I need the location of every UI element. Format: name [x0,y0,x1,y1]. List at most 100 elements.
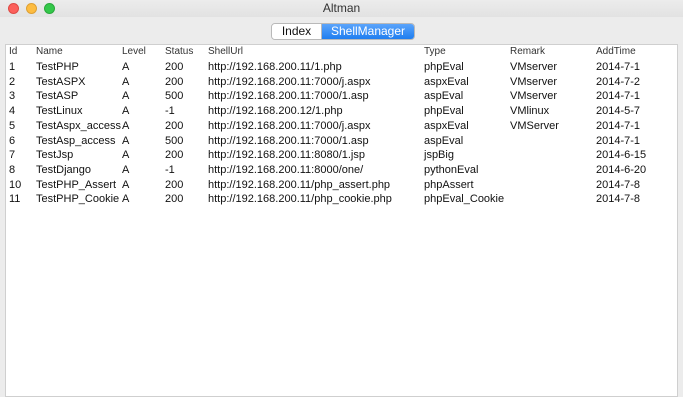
table-row[interactable]: 2 TestASPX A 200 http://192.168.200.11:7000/… [6,75,677,90]
cell-status: 200 [165,178,184,191]
cell-level: A [122,193,130,206]
cell-id: 5 [9,119,16,132]
cell-addtime: 2014-7-1 [596,134,641,147]
cell-addtime: 2014-5-7 [596,105,641,118]
cell-addtime: 2014-7-8 [596,178,641,191]
cell-type: phpEval [424,105,464,118]
cell-type: pythonEval [424,163,479,176]
cell-shellurl: http://192.168.200.11/php_cookie.php [208,193,392,206]
table-row[interactable]: 3 TestASP A 500 http://192.168.200.11:7000/1… [6,89,677,104]
cell-status: 500 [165,134,184,147]
cell-shellurl: http://192.168.200.11:7000/1.asp [208,134,369,147]
cell-name: TestAspx_access [36,119,121,132]
cell-id: 7 [9,149,16,162]
cell-id: 8 [9,163,16,176]
cell-level: A [122,105,130,118]
cell-shellurl: http://192.168.200.12/1.php [208,105,343,118]
cell-level: A [122,149,130,162]
cell-status: 200 [165,149,184,162]
cell-status: -1 [165,163,175,176]
cell-shellurl: http://192.168.200.11:8000/one/ [208,163,364,176]
cell-level: A [122,119,130,132]
cell-id: 4 [9,105,16,118]
cell-status: 500 [165,90,184,103]
cell-addtime: 2014-7-1 [596,90,641,103]
cell-shellurl: http://192.168.200.11:7000/j.aspx [208,75,371,88]
table-row[interactable]: 1 TestPHP A 200 http://192.168.200.11/1.php p… [6,60,677,75]
cell-type: aspxEval [424,119,469,132]
cell-shellurl: http://192.168.200.11/php_assert.php [208,178,391,191]
title-bar: Altman [0,0,683,17]
cell-status: 200 [165,119,184,132]
cell-remark: VMserver [510,75,558,88]
cell-level: A [122,75,130,88]
cell-level: A [122,178,130,191]
cell-name: TestPHP_Assert [36,178,117,191]
cell-level: A [122,163,130,176]
column-header-shellurl[interactable]: ShellUrl [208,45,243,59]
cell-name: TestASP [36,90,79,103]
cell-status: 200 [165,193,184,206]
cell-status: -1 [165,105,175,118]
zoom-button[interactable] [44,3,55,14]
cell-addtime: 2014-6-20 [596,163,647,176]
cell-addtime: 2014-7-8 [596,193,641,206]
cell-name: TestJsp [36,149,74,162]
cell-type: aspEval [424,134,464,147]
cell-addtime: 2014-7-2 [596,75,641,88]
cell-remark: VMlinux [510,105,550,118]
column-header-addtime[interactable]: AddTime [596,45,636,59]
cell-id: 10 [9,178,22,191]
cell-type: aspxEval [424,75,469,88]
shell-table: Id Name Level Status ShellUrl Type Remar… [5,44,678,397]
cell-type: phpEval [424,61,464,73]
table-header: Id Name Level Status ShellUrl Type Remar… [6,45,677,59]
column-header-type[interactable]: Type [424,45,446,59]
cell-id: 1 [9,61,16,73]
cell-status: 200 [165,75,184,88]
cell-type: jspBig [424,149,454,162]
cell-addtime: 2014-6-15 [596,149,647,162]
tab-index[interactable]: Index [272,24,322,39]
cell-id: 2 [9,75,16,88]
cell-shellurl: http://192.168.200.11:8080/1.jsp [208,149,365,162]
column-header-id[interactable]: Id [9,45,17,59]
cell-name: TestASPX [36,75,86,88]
window-title: Altman [322,1,361,15]
cell-addtime: 2014-7-1 [596,61,641,73]
minimize-button[interactable] [26,3,37,14]
table-row[interactable]: 5 TestAspx_access A 200 http://192.168.200.1… [6,119,677,134]
cell-status: 200 [165,61,184,73]
column-header-level[interactable]: Level [122,45,146,59]
table-row[interactable]: 7 TestJsp A 200 http://192.168.200.11:8080/1… [6,148,677,163]
table-row[interactable]: 4 TestLinux A -1 http://192.168.200.12/1.php… [6,104,677,119]
cell-name: TestAsp_access [36,134,116,147]
column-header-status[interactable]: Status [165,45,193,59]
column-header-remark[interactable]: Remark [510,45,545,59]
cell-remark: VMserver [510,90,558,103]
cell-remark: VMServer [510,119,559,132]
cell-name: TestPHP [36,61,79,73]
tab-shellmanager[interactable]: ShellManager [322,24,414,39]
cell-shellurl: http://192.168.200.11/1.php [208,61,342,73]
cell-name: TestPHP_Cookie [36,193,120,206]
cell-remark: VMserver [510,61,558,73]
cell-name: TestDjango [36,163,92,176]
close-button[interactable] [8,3,19,14]
table-row[interactable]: 6 TestAsp_access A 500 http://192.168.200.11… [6,134,677,149]
cell-id: 6 [9,134,16,147]
cell-name: TestLinux [36,105,83,118]
cell-id: 11 [9,193,21,206]
cell-level: A [122,61,130,73]
column-header-name[interactable]: Name [36,45,63,59]
cell-level: A [122,90,130,103]
table-row[interactable]: 11 TestPHP_Cookie A 200 http://192.168.200.1… [6,192,677,207]
table-row[interactable]: 8 TestDjango A -1 http://192.168.200.11:8000… [6,163,677,178]
cell-addtime: 2014-7-1 [596,119,641,132]
cell-id: 3 [9,90,16,103]
cell-type: aspEval [424,90,464,103]
cell-shellurl: http://192.168.200.11:7000/1.asp [208,90,369,103]
cell-type: phpAssert [424,178,474,191]
table-row[interactable]: 10 TestPHP_Assert A 200 http://192.168.200.1… [6,178,677,193]
tab-bar: Index ShellManager [271,23,415,40]
